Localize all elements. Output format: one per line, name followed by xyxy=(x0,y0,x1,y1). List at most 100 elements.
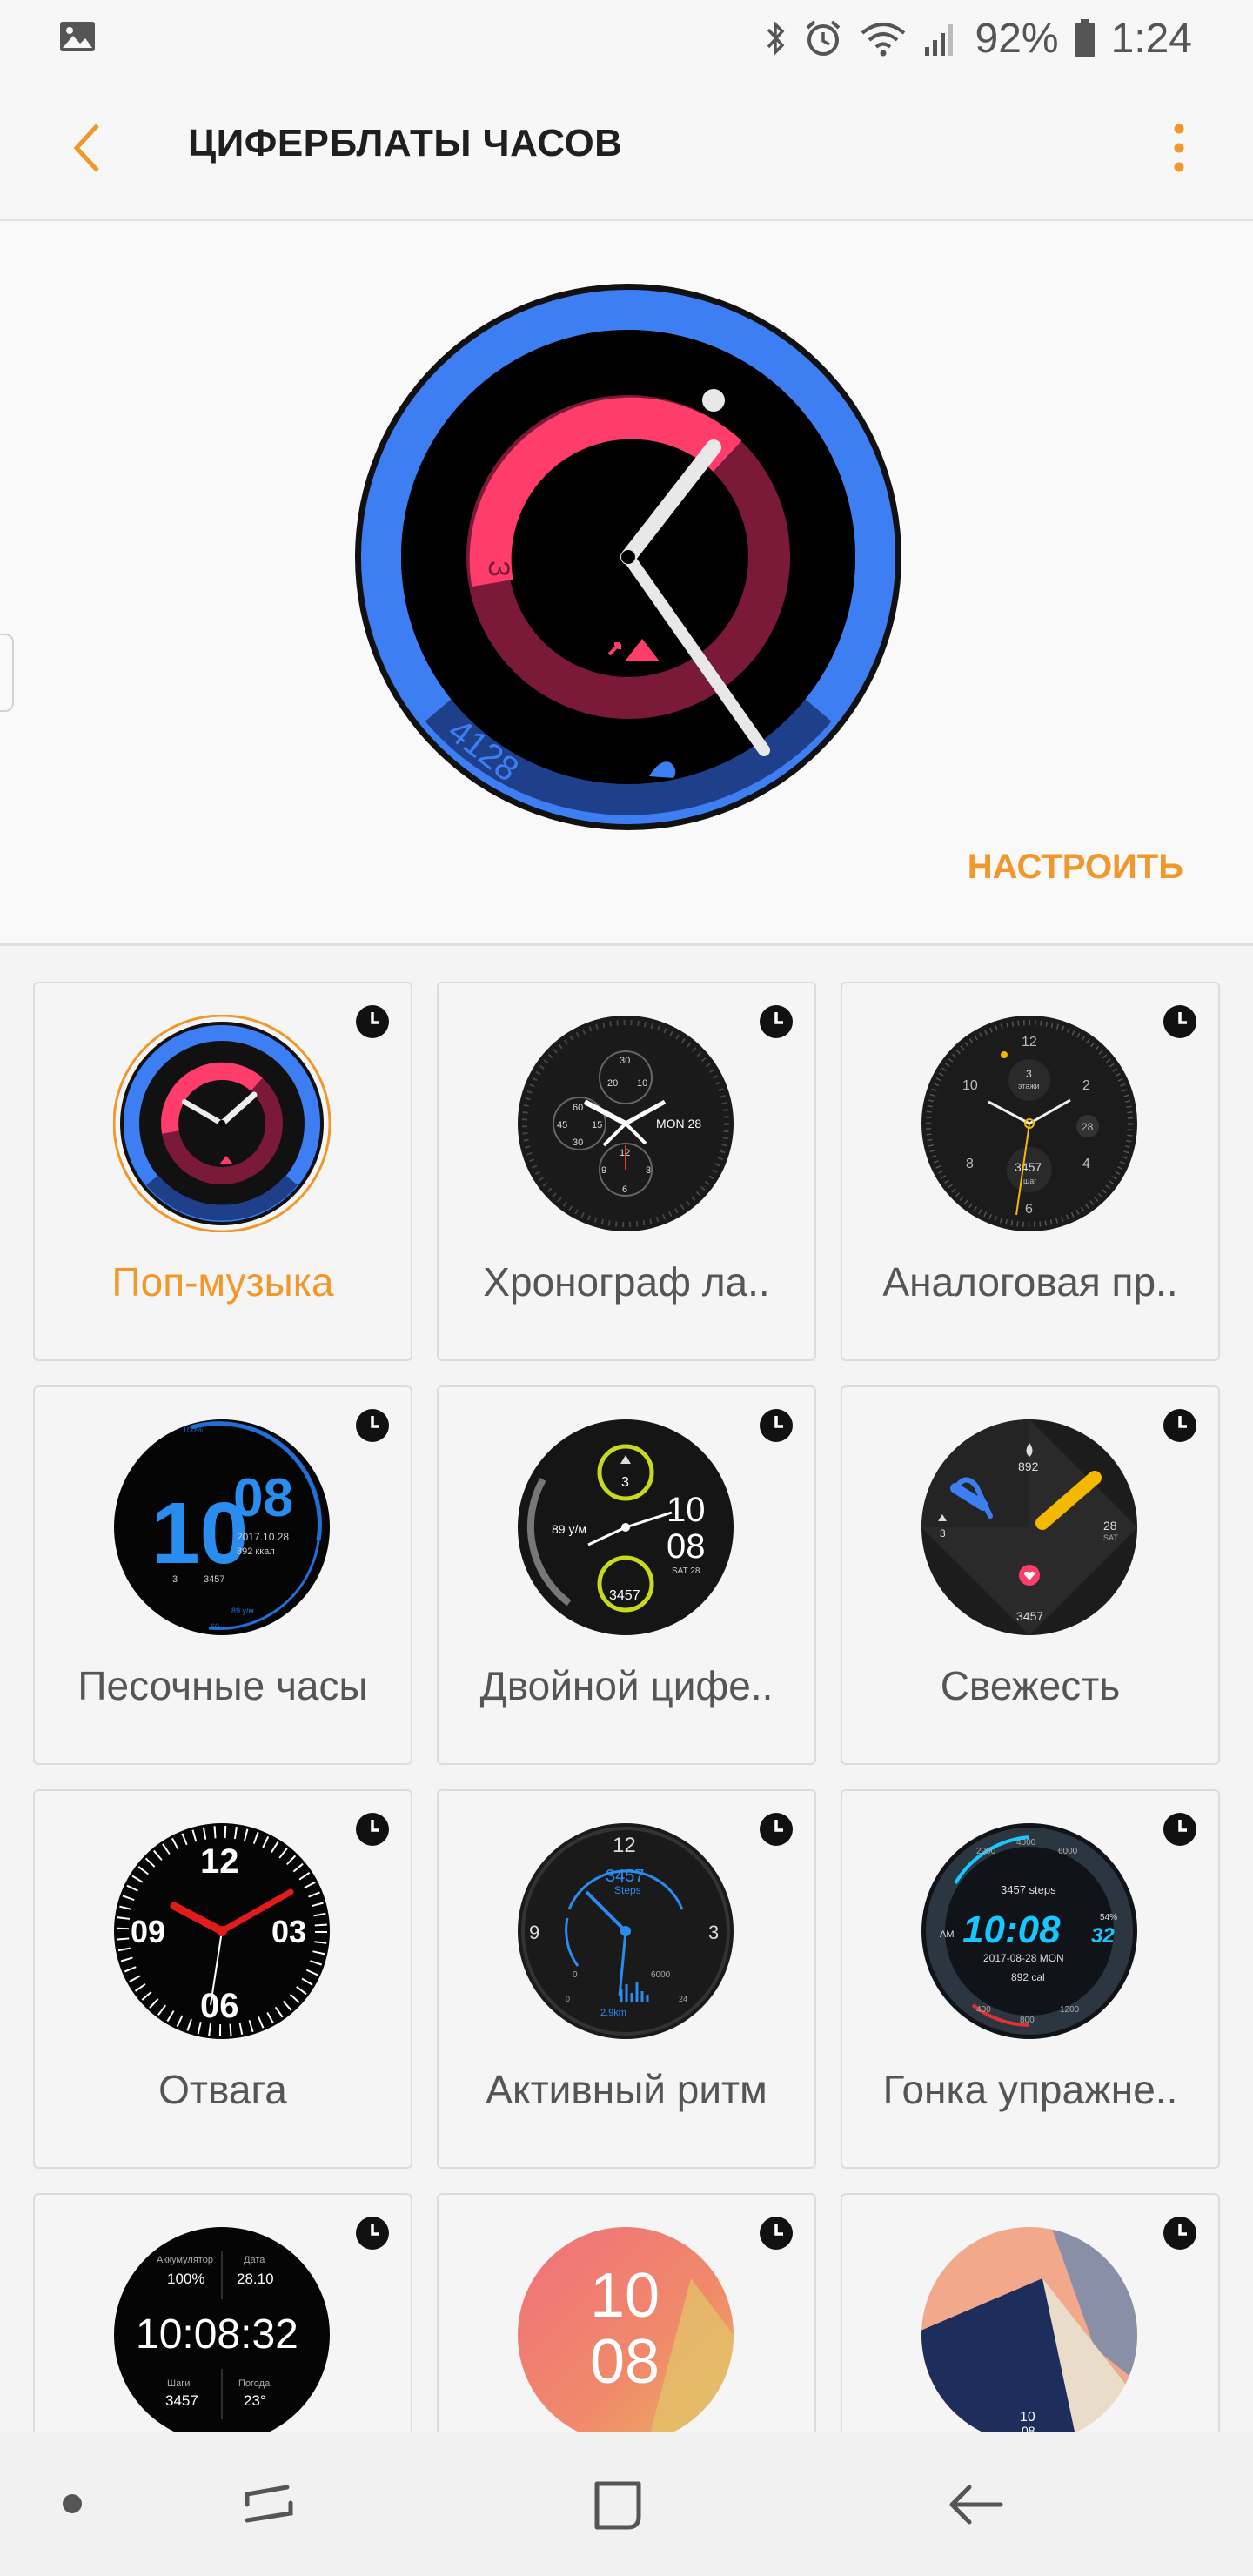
clock-icon xyxy=(1163,2217,1196,2250)
watch-face-card-chronograph[interactable]: 30 20 10 60 15 45 30 6 12 9 3 MON 28 Хро… xyxy=(437,982,816,1361)
heart-text: 89 у/м xyxy=(231,1607,254,1615)
dial-number: 6 xyxy=(1025,1202,1033,1217)
bluetooth-icon xyxy=(767,20,784,57)
back-icon[interactable] xyxy=(940,2470,1013,2539)
seconds-text: 32 xyxy=(1091,1924,1115,1948)
navigation-bar xyxy=(0,2432,1253,2576)
stairs-value: 3 xyxy=(1026,1068,1032,1080)
numeral-9: 9 xyxy=(529,1922,539,1943)
pop-music-face xyxy=(113,1015,331,1232)
watch-face-card-courage[interactable]: 12 03 06 09 Отвага xyxy=(33,1789,412,2169)
watch-face-name: Отвага xyxy=(158,2067,287,2112)
watch-face-card-dual-digital[interactable]: 3 3457 89 у/м 10 08 SAT 28 Двойной цифе.… xyxy=(437,1385,816,1765)
heart-text: 89 у/м xyxy=(552,1522,586,1536)
watch-face-name: Свежесть xyxy=(940,1663,1121,1708)
watch-face-card-pop-music[interactable]: Поп-музыка xyxy=(33,982,412,1361)
numeral-09: 09 xyxy=(131,1914,165,1949)
numeral-03: 03 xyxy=(271,1914,306,1949)
watch-face-name: Песочные часы xyxy=(77,1663,368,1708)
watch-face-card-active-rhythm[interactable]: 12 3 9 3457 Steps 0 6000 0 24 2.9km Акти… xyxy=(437,1789,816,2169)
dial-number: 30 xyxy=(573,1137,583,1148)
wifi-icon xyxy=(861,23,905,57)
steps-label: шаг xyxy=(1023,1177,1037,1185)
tick-400: 400 xyxy=(976,2005,991,2015)
day-value: 28 xyxy=(1082,1121,1094,1133)
gradient-face: 10 08 xyxy=(518,2227,734,2432)
geometric-face: 10 08 xyxy=(921,2227,1137,2432)
status-icons: 92% 1:24 xyxy=(765,10,1192,66)
numeral-12: 12 xyxy=(200,1842,239,1881)
clock-icon xyxy=(760,1813,793,1846)
floors-text: 3 xyxy=(621,1475,629,1490)
clock-icon xyxy=(760,2217,793,2250)
tick-4000: 4000 xyxy=(1016,1838,1036,1848)
nav-dot-icon[interactable] xyxy=(63,2494,82,2513)
numeral-06: 06 xyxy=(200,1987,239,2025)
minute-text: 08 xyxy=(233,1468,293,1528)
steps-label: Steps xyxy=(614,1884,641,1896)
watch-face-name: Хронограф ла.. xyxy=(483,1259,770,1305)
watch-face-card-hourglass[interactable]: 100% 10 08 2017.10.28 892 ккал 3 3457 89… xyxy=(33,1385,412,1765)
analog-face: 3 этажи 3457 шаг 28 12 2 4 6 8 10 xyxy=(921,1016,1137,1231)
battery-label: Аккумулятор xyxy=(157,2255,213,2265)
watch-face-preview: 3 4128 НАСТРОИТЬ xyxy=(0,221,1253,946)
edge-panel-handle[interactable] xyxy=(0,634,14,712)
weekday-text: SAT xyxy=(1103,1533,1118,1542)
date-text: 2017-08-28 MON xyxy=(983,1952,1064,1964)
more-options-button[interactable] xyxy=(1149,111,1209,184)
watch-face-card-geometric[interactable]: 10 08 xyxy=(841,2193,1220,2432)
watch-face-card-freshness[interactable]: 892 3457 28 SAT 3 Свежесть xyxy=(841,1385,1220,1765)
weather-label: Погода xyxy=(238,2378,271,2389)
customize-button[interactable]: НАСТРОИТЬ xyxy=(968,848,1183,887)
battery-value: 100% xyxy=(183,1426,203,1434)
battery-icon xyxy=(1075,19,1095,57)
clock-icon xyxy=(1163,1409,1196,1442)
image-icon xyxy=(60,22,95,51)
back-button[interactable] xyxy=(52,111,122,184)
tick-6000: 6000 xyxy=(1058,1847,1078,1856)
steps-text: 3457 xyxy=(204,1574,224,1585)
page-title: ЦИФЕРБЛАТЫ ЧАСОВ xyxy=(188,122,623,164)
calories-text: 892 ккал xyxy=(237,1546,275,1557)
active-rhythm-face: 12 3 9 3457 Steps 0 6000 0 24 2.9km xyxy=(518,1823,734,2039)
watch-face-grid: Поп-музыка 30 20 10 60 15 45 30 6 12 9 3… xyxy=(33,982,1220,2432)
dial-number: 15 xyxy=(592,1120,602,1130)
date-text: 2017.10.28 xyxy=(237,1531,289,1543)
hour-text: 10 xyxy=(667,1491,706,1529)
time-value: 10:08:32 xyxy=(136,2311,298,2358)
dial-number: 10 xyxy=(962,1078,978,1093)
steps-text: 3457 steps xyxy=(1001,1883,1056,1896)
clock-icon xyxy=(1163,1813,1196,1846)
battery-value: 100% xyxy=(167,2271,204,2287)
watch-face-card-analog[interactable]: 3 этажи 3457 шаг 28 12 2 4 6 8 10 Аналог… xyxy=(841,982,1220,1361)
percent-text: 54% xyxy=(1100,1913,1117,1922)
watch-face-card-exercise-race[interactable]: 2000 4000 6000 400 800 1200 3457 steps A… xyxy=(841,1789,1220,2169)
more-vertical-icon xyxy=(1174,124,1184,172)
clock-icon xyxy=(356,1005,389,1038)
min-marker-text: 60 xyxy=(211,1622,219,1631)
clock-icon xyxy=(356,1409,389,1442)
recent-apps-icon[interactable] xyxy=(235,2470,305,2539)
signal-icon xyxy=(924,24,953,56)
dial-number: 30 xyxy=(620,1056,630,1066)
dial-number: 10 xyxy=(637,1078,647,1089)
dial-number: 45 xyxy=(557,1120,567,1130)
watch-face-card-info-digital[interactable]: Аккумулятор 100% Дата 28.10 10:08:32 Шаг… xyxy=(33,2193,412,2432)
home-icon[interactable] xyxy=(583,2470,656,2539)
steps-value: 3457 xyxy=(606,1867,645,1886)
stairs-label: этажи xyxy=(1018,1082,1039,1090)
minute-text: 08 xyxy=(1022,2424,1035,2432)
calories-text: 892 xyxy=(1018,1459,1039,1473)
clock-icon xyxy=(356,1813,389,1846)
watch-face-name: Гонка упражне.. xyxy=(882,2067,1178,2112)
clock-icon xyxy=(1163,1005,1196,1038)
weather-value: 23° xyxy=(244,2392,266,2409)
scale-end: 6000 xyxy=(651,1970,671,1980)
date-value: 28.10 xyxy=(237,2271,274,2287)
preview-watch-face[interactable]: 3 4128 xyxy=(353,282,903,832)
clock-time: 1:24 xyxy=(1110,15,1192,62)
watch-face-card-gradient[interactable]: 10 08 xyxy=(437,2193,816,2432)
distance-text: 2.9km xyxy=(600,2008,626,2018)
dual-digital-face: 3 3457 89 у/м 10 08 SAT 28 xyxy=(518,1419,734,1635)
chart-start: 0 xyxy=(566,1995,570,2003)
